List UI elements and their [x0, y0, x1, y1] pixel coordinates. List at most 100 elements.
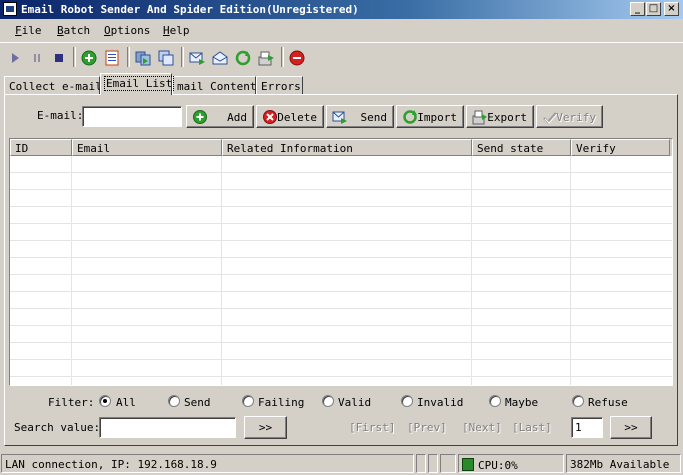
table-row	[10, 258, 672, 275]
filter-option-valid-label[interactable]: Valid	[338, 396, 371, 409]
export-icon[interactable]	[257, 49, 275, 67]
export-icon	[472, 110, 487, 125]
email-input[interactable]	[82, 106, 182, 127]
window-title: Email Robot Sender And Spider Edition(Un…	[21, 3, 359, 16]
column-header-related-information[interactable]: Related Information	[222, 139, 472, 156]
maximize-button[interactable]: □	[646, 2, 661, 16]
tab-errors-label: Errors	[261, 80, 301, 93]
search-input[interactable]	[99, 417, 236, 438]
app-icon	[3, 2, 17, 16]
menu-help-accel: H	[163, 24, 170, 37]
send-button[interactable]: Send	[326, 105, 394, 128]
filter-radio-invalid[interactable]	[401, 395, 413, 407]
tab-email-list[interactable]: Email List	[100, 73, 175, 95]
filter-option-maybe-label[interactable]: Maybe	[505, 396, 538, 409]
filter-radio-send[interactable]	[168, 395, 180, 407]
play-icon[interactable]	[6, 49, 24, 67]
filter-option-invalid-label[interactable]: Invalid	[417, 396, 463, 409]
filter-label: Filter:	[48, 396, 95, 409]
page-number-input[interactable]	[571, 417, 603, 438]
menu-help[interactable]: Help	[163, 24, 190, 37]
menu-help-label: elp	[169, 24, 190, 37]
send-mail-icon	[332, 111, 347, 124]
pager-prev-link[interactable]: [Prev]	[407, 421, 447, 434]
column-header-verify[interactable]: Verify	[571, 139, 670, 156]
menu-batch-label: atch	[63, 24, 91, 37]
status-cpu: CPU:0%	[458, 454, 564, 473]
close-button[interactable]: ×	[664, 2, 679, 16]
delete-button[interactable]: Delete	[256, 105, 324, 128]
import-button[interactable]: Import	[396, 105, 464, 128]
export-button[interactable]: Export	[466, 105, 534, 128]
menu-file[interactable]: File	[15, 24, 42, 37]
filter-option-send-label[interactable]: Send	[184, 396, 211, 409]
status-segment	[440, 454, 456, 473]
toolbar-separator	[127, 47, 130, 67]
page-go-button[interactable]: >>	[610, 416, 652, 439]
delete-icon	[263, 110, 277, 124]
table-header: ID Email Related Information Send state …	[10, 139, 672, 156]
table-row	[10, 173, 672, 190]
minimize-button[interactable]: _	[630, 2, 645, 16]
table-row	[10, 241, 672, 258]
filter-radio-all[interactable]	[99, 395, 111, 407]
cpu-label: CPU:0%	[478, 459, 518, 472]
toolbar-separator	[181, 47, 184, 67]
status-memory: 382Mb Available	[566, 454, 681, 473]
verify-button-label: Verify	[556, 111, 596, 124]
table-row	[10, 190, 672, 207]
table-row	[10, 207, 672, 224]
tab-collect-email[interactable]: Collect e-mail	[4, 76, 102, 94]
email-label: E-mail:	[37, 109, 84, 122]
table-row	[10, 224, 672, 241]
table-row	[10, 292, 672, 309]
stop-icon[interactable]	[50, 49, 68, 67]
table-row	[10, 360, 672, 377]
pager-first-link[interactable]: [First]	[349, 421, 395, 434]
pager-last-link[interactable]: [Last]	[512, 421, 552, 434]
add-circle-icon[interactable]	[80, 49, 98, 67]
send-button-label: Send	[360, 111, 388, 124]
filter-option-refuse-label[interactable]: Refuse	[588, 396, 628, 409]
tab-mail-content[interactable]: mail Content	[172, 76, 256, 94]
menu-options-label: ptions	[110, 24, 151, 37]
copy-icon[interactable]	[134, 49, 152, 67]
menu-batch-accel: B	[57, 24, 64, 37]
table-row	[10, 343, 672, 360]
mail-open-icon[interactable]	[211, 49, 229, 67]
filter-option-all-label[interactable]: All	[116, 396, 136, 409]
add-button-label: Add	[227, 111, 247, 124]
search-go-button[interactable]: >>	[244, 416, 287, 439]
column-header-email[interactable]: Email	[72, 139, 222, 156]
stop-sign-icon[interactable]	[288, 49, 306, 67]
refresh-icon[interactable]	[234, 49, 252, 67]
tab-mail-content-label: mail Content	[177, 80, 257, 93]
menu-batch[interactable]: Batch	[57, 24, 90, 37]
filter-radio-refuse[interactable]	[572, 395, 584, 407]
column-header-id[interactable]: ID	[10, 139, 72, 156]
menu-options-accel: O	[104, 24, 111, 37]
status-connection: LAN connection, IP: 192.168.18.9	[1, 454, 414, 473]
list-icon[interactable]	[103, 49, 121, 67]
pause-icon[interactable]	[28, 49, 46, 67]
menu-options[interactable]: Options	[104, 24, 150, 37]
menu-bar: File Batch Options Help	[0, 20, 683, 40]
duplicate-icon[interactable]	[157, 49, 175, 67]
filter-radio-valid[interactable]	[322, 395, 334, 407]
verify-button[interactable]: Verify	[536, 105, 603, 128]
tab-errors[interactable]: Errors	[256, 76, 303, 94]
column-header-send-state[interactable]: Send state	[472, 139, 571, 156]
pager-next-link[interactable]: [Next]	[462, 421, 502, 434]
filter-radio-failing[interactable]	[242, 395, 254, 407]
mail-send-icon[interactable]	[188, 49, 206, 67]
search-label: Search value:	[14, 421, 101, 434]
import-icon	[403, 110, 417, 124]
table-row	[10, 309, 672, 326]
email-table[interactable]: ID Email Related Information Send state …	[9, 138, 673, 386]
delete-button-label: Delete	[277, 111, 317, 124]
filter-option-failing-label[interactable]: Failing	[258, 396, 304, 409]
status-segment	[428, 454, 438, 473]
filter-radio-maybe[interactable]	[489, 395, 501, 407]
add-button[interactable]: Add	[186, 105, 254, 128]
table-row	[10, 156, 672, 173]
